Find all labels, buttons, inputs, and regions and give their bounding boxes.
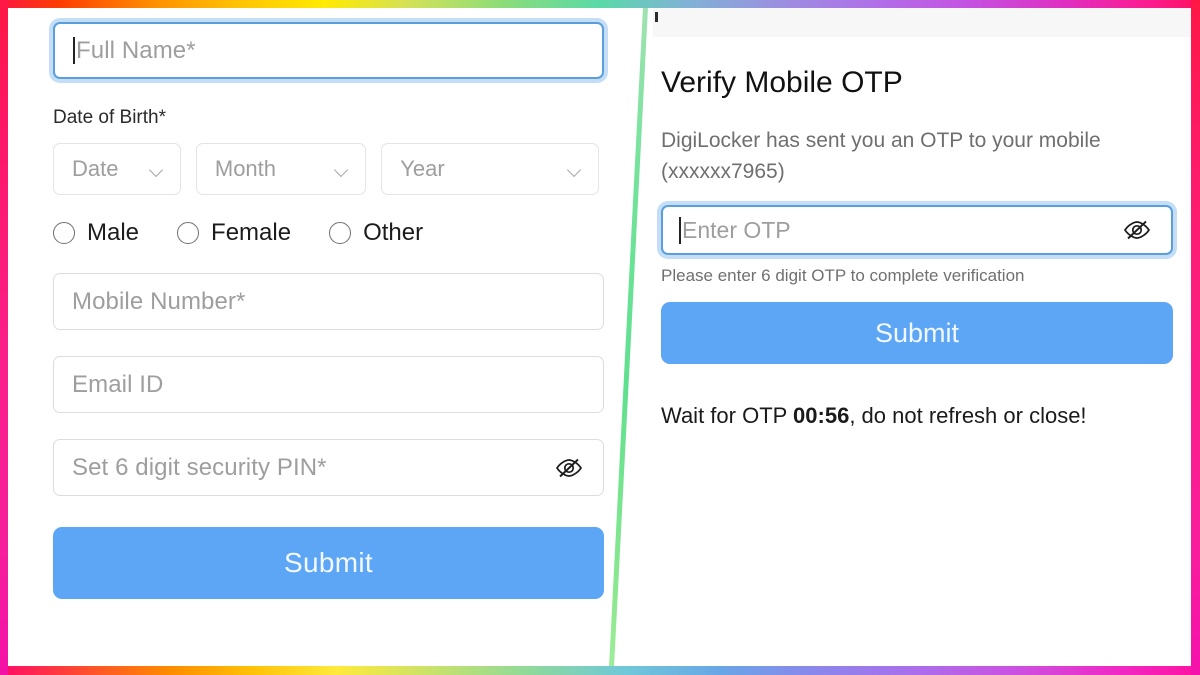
eye-slash-icon[interactable]: [1121, 217, 1153, 243]
gender-option-male[interactable]: Male: [53, 219, 139, 247]
gender-radio-group: Male Female Other: [8, 219, 644, 247]
eye-slash-icon[interactable]: [553, 455, 585, 481]
radio-icon-other[interactable]: [329, 222, 352, 244]
otp-countdown-value: 00:56: [793, 403, 850, 428]
chevron-down-icon: [335, 165, 349, 174]
dob-year-select[interactable]: Year: [381, 143, 599, 195]
radio-icon-female[interactable]: [177, 222, 200, 244]
full-name-input[interactable]: Full Name*: [53, 22, 604, 79]
text-caret: [679, 216, 681, 244]
frame-left-gradient: [0, 0, 8, 675]
otp-panel-topbar: [653, 8, 1191, 37]
date-of-birth-label: Date of Birth*: [53, 107, 166, 128]
mobile-number-row: Mobile Number*: [8, 273, 644, 330]
date-of-birth-row: Date Month Year: [8, 143, 644, 195]
otp-placeholder: Enter OTP: [682, 216, 791, 243]
otp-verification-panel: Verify Mobile OTP DigiLocker has sent yo…: [653, 8, 1191, 666]
chevron-down-icon: [150, 165, 164, 174]
content-area: Full Name* Date of Birth* Date Month Yea…: [8, 8, 1191, 666]
otp-hint-text: Please enter 6 digit OTP to complete ver…: [661, 266, 1025, 285]
cursor-tick-mark: [655, 12, 658, 22]
email-row: Email ID: [8, 356, 644, 413]
radio-icon-male[interactable]: [53, 222, 75, 244]
gender-label-other: Other: [363, 219, 424, 246]
frame-top-gradient: [0, 0, 1200, 8]
gender-label-male: Male: [87, 219, 140, 246]
otp-wait-suffix: , do not refresh or close!: [849, 403, 1087, 428]
mobile-number-input[interactable]: Mobile Number*: [53, 273, 604, 330]
mobile-number-placeholder: Mobile Number*: [72, 287, 246, 315]
frame-bottom-gradient: [0, 666, 1200, 675]
email-input[interactable]: Email ID: [53, 356, 604, 413]
email-placeholder: Email ID: [72, 370, 164, 398]
otp-wait-timer-text: Wait for OTP 00:56, do not refresh or cl…: [661, 403, 1191, 429]
dob-month-select[interactable]: Month: [195, 143, 367, 195]
full-name-placeholder: Full Name*: [76, 36, 196, 64]
chevron-down-icon: [568, 165, 582, 174]
dob-date-placeholder: Date: [72, 156, 119, 181]
security-pin-row: Set 6 digit security PIN*: [8, 439, 644, 496]
gender-option-female[interactable]: Female: [177, 219, 291, 247]
registration-form-panel: Full Name* Date of Birth* Date Month Yea…: [8, 8, 644, 666]
dob-month-placeholder: Month: [214, 156, 277, 181]
otp-page-title: Verify Mobile OTP: [661, 66, 903, 99]
gender-option-other[interactable]: Other: [329, 219, 423, 247]
otp-description: DigiLocker has sent you an OTP to your m…: [661, 129, 1101, 183]
text-caret: [73, 37, 75, 64]
full-name-row: Full Name*: [8, 22, 644, 79]
otp-wait-prefix: Wait for OTP: [661, 403, 794, 428]
security-pin-placeholder: Set 6 digit security PIN*: [72, 453, 327, 481]
dob-date-select[interactable]: Date: [53, 143, 181, 195]
security-pin-input[interactable]: Set 6 digit security PIN*: [53, 439, 604, 496]
gender-label-female: Female: [211, 219, 292, 246]
frame-right-gradient: [1191, 0, 1200, 675]
otp-input[interactable]: Enter OTP: [661, 205, 1173, 255]
dob-year-placeholder: Year: [400, 156, 445, 181]
otp-submit-button[interactable]: Submit: [661, 302, 1173, 364]
left-submit-button[interactable]: Submit: [53, 527, 604, 599]
screenshot-root: Full Name* Date of Birth* Date Month Yea…: [0, 0, 1200, 675]
